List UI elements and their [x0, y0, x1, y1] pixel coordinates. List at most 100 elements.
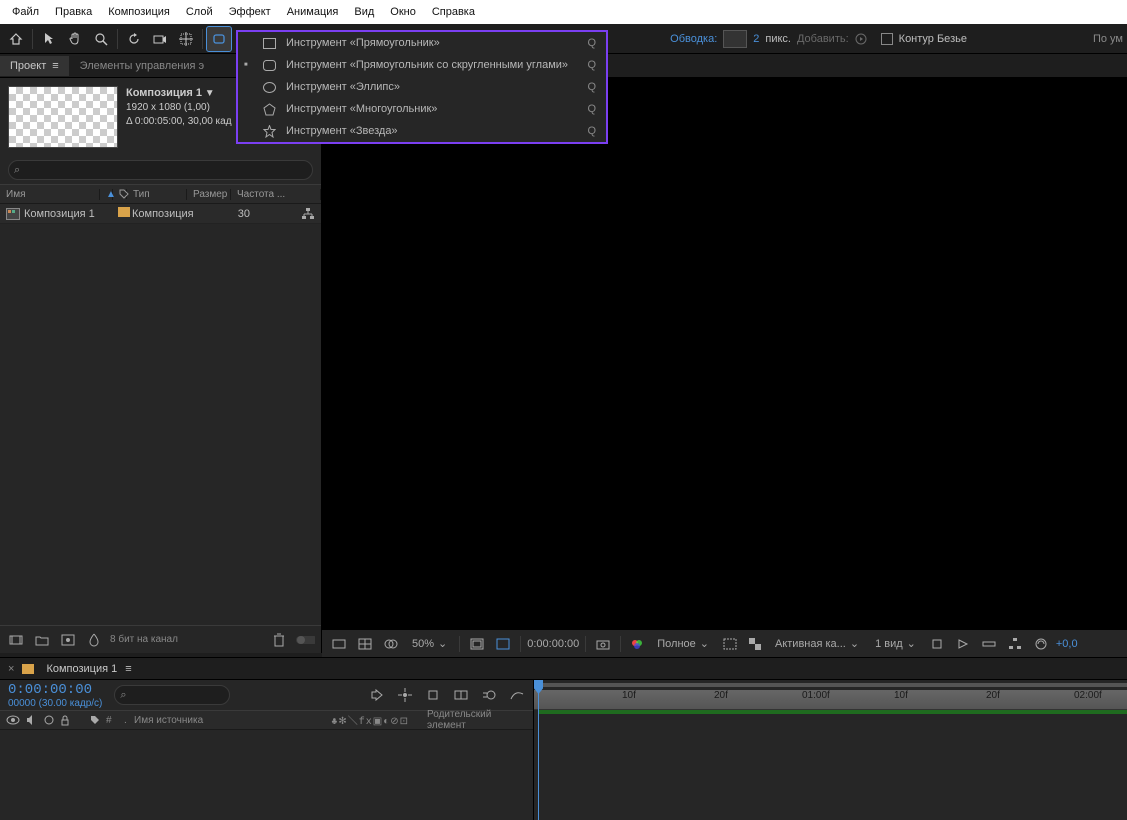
stroke-color-swatch[interactable]	[723, 30, 747, 48]
viewer-timecode[interactable]: 0:00:00:00	[527, 638, 579, 650]
shape-polygon[interactable]: Инструмент «Многоугольник» Q	[238, 98, 606, 120]
menu-layer[interactable]: Слой	[178, 3, 221, 21]
toggle-switch[interactable]	[295, 630, 315, 650]
draft-3d-button[interactable]	[397, 687, 413, 703]
panel-menu-icon[interactable]: ≡	[125, 663, 131, 675]
flowchart-button[interactable]	[1004, 635, 1026, 653]
rotate-tool[interactable]	[122, 27, 146, 51]
color-depth-button[interactable]	[84, 630, 104, 650]
panel-menu-icon[interactable]: ≡	[52, 60, 58, 72]
source-name-header[interactable]: Имя источника	[134, 715, 325, 726]
frame-blend-button[interactable]	[453, 687, 469, 703]
timeline-right[interactable]: 10f 20f 01:00f 10f 20f 02:00f	[534, 680, 1127, 820]
safe-zone-button[interactable]	[466, 636, 488, 652]
shape-star[interactable]: Инструмент «Звезда» Q	[238, 120, 606, 142]
motion-blur-button[interactable]	[481, 687, 497, 703]
viewer-footer: 50%⌄ 0:00:00:00 Полное⌄ Активная ка...⌄ …	[322, 629, 1127, 657]
menu-file[interactable]: Файл	[4, 3, 47, 21]
project-item-name: Композиция 1	[24, 208, 95, 220]
timeline-search-input[interactable]	[114, 685, 229, 705]
lock-icon[interactable]	[60, 714, 70, 726]
selection-tool[interactable]	[37, 27, 61, 51]
menu-help[interactable]: Справка	[424, 3, 483, 21]
col-type[interactable]: Тип	[127, 189, 187, 200]
timeline-header: # . Имя источника ♣✻＼fx▣◐⊘⊡ Родительский…	[0, 710, 533, 730]
col-tag[interactable]	[113, 189, 127, 199]
eye-icon[interactable]	[6, 714, 20, 726]
menu-composition[interactable]: Композиция	[100, 3, 178, 21]
crosshair-icon	[179, 32, 193, 46]
magnification-ratio-button[interactable]	[328, 636, 350, 652]
camera-tool[interactable]	[148, 27, 172, 51]
menu-view[interactable]: Вид	[346, 3, 382, 21]
views-dropdown[interactable]: 1 вид⌄	[869, 635, 922, 652]
close-tab-icon[interactable]: ×	[8, 663, 14, 675]
shape-rectangle[interactable]: Инструмент «Прямоугольник» Q	[238, 32, 606, 54]
graph-editor-button[interactable]	[509, 687, 525, 703]
flowchart-icon[interactable]	[301, 207, 315, 221]
sort-arrow-icon[interactable]: ▲	[100, 189, 113, 200]
solo-icon[interactable]	[44, 714, 54, 726]
new-comp-button[interactable]	[58, 630, 78, 650]
shape-tool[interactable]	[207, 27, 231, 51]
home-icon	[9, 32, 23, 46]
color-depth-label[interactable]: 8 бит на канал	[110, 634, 178, 645]
exposure-value[interactable]: +0,0	[1056, 638, 1078, 650]
workspace-switch[interactable]: По ум	[1093, 33, 1123, 45]
hand-tool[interactable]	[63, 27, 87, 51]
timeline-timecode[interactable]: 0:00:00:00	[8, 682, 102, 698]
mask-button[interactable]	[380, 636, 402, 652]
shape-ellipse[interactable]: Инструмент «Эллипс» Q	[238, 76, 606, 98]
col-size[interactable]: Размер	[187, 189, 231, 200]
transparency-button[interactable]	[745, 636, 765, 652]
menu-effect[interactable]: Эффект	[221, 3, 279, 21]
anchor-tool[interactable]	[174, 27, 198, 51]
pixel-aspect-button[interactable]	[926, 636, 948, 652]
shy-button[interactable]	[425, 687, 441, 703]
comp-mini-flowchart[interactable]	[369, 687, 385, 703]
parent-header[interactable]: Родительский элемент	[427, 709, 527, 731]
fast-preview-button[interactable]	[952, 636, 974, 652]
timeline-button[interactable]	[978, 636, 1000, 652]
bezier-checkbox[interactable]	[881, 33, 893, 45]
transparency-grid-button[interactable]	[492, 636, 514, 652]
col-fps[interactable]: Частота ...	[231, 189, 321, 200]
stroke-unit: пикс.	[765, 33, 791, 45]
composition-icon	[6, 208, 20, 220]
snapshot-button[interactable]	[592, 636, 614, 652]
shape-roundrect[interactable]: Инструмент «Прямоугольник со скругленным…	[238, 54, 606, 76]
add-arrow-icon[interactable]	[855, 33, 867, 45]
project-item-row[interactable]: Композиция 1 Композиция 30	[0, 204, 321, 224]
time-ruler[interactable]: 10f 20f 01:00f 10f 20f 02:00f	[534, 690, 1127, 710]
channel-button[interactable]	[627, 636, 647, 652]
comp-thumbnail[interactable]	[8, 86, 118, 148]
shape-polygon-label: Инструмент «Многоугольник»	[286, 103, 437, 115]
new-folder-button[interactable]	[32, 630, 52, 650]
project-search-input[interactable]	[8, 160, 313, 180]
menu-window[interactable]: Окно	[382, 3, 424, 21]
menu-edit[interactable]: Правка	[47, 3, 100, 21]
active-camera-dropdown[interactable]: Активная ка...⌄	[769, 635, 865, 652]
composition-viewer[interactable]	[322, 78, 1127, 653]
roi-button[interactable]	[719, 636, 741, 652]
grid-button[interactable]	[354, 636, 376, 652]
effect-controls-tab[interactable]: Элементы управления э	[70, 56, 215, 76]
work-area-bar[interactable]	[538, 710, 1127, 714]
label-icon[interactable]	[90, 715, 100, 725]
timeline-tab[interactable]: Композиция 1	[46, 663, 117, 675]
delete-button[interactable]	[269, 630, 289, 650]
project-panel-tab[interactable]: Проект ≡	[0, 56, 69, 76]
home-tool[interactable]	[4, 27, 28, 51]
resolution-dropdown[interactable]: Полное⌄	[651, 635, 715, 652]
stroke-value[interactable]: 2	[753, 33, 759, 45]
zoom-dropdown[interactable]: 50%⌄	[406, 635, 453, 652]
interpret-footage-button[interactable]	[6, 630, 26, 650]
speaker-icon[interactable]	[26, 714, 38, 726]
playhead[interactable]	[538, 680, 539, 820]
col-name[interactable]: Имя	[0, 189, 100, 200]
shape-ellipse-shortcut: Q	[587, 81, 596, 93]
menu-animation[interactable]: Анимация	[279, 3, 347, 21]
chevron-down-icon[interactable]: ▼	[205, 88, 215, 99]
reset-exposure-button[interactable]	[1030, 635, 1052, 653]
zoom-tool[interactable]	[89, 27, 113, 51]
